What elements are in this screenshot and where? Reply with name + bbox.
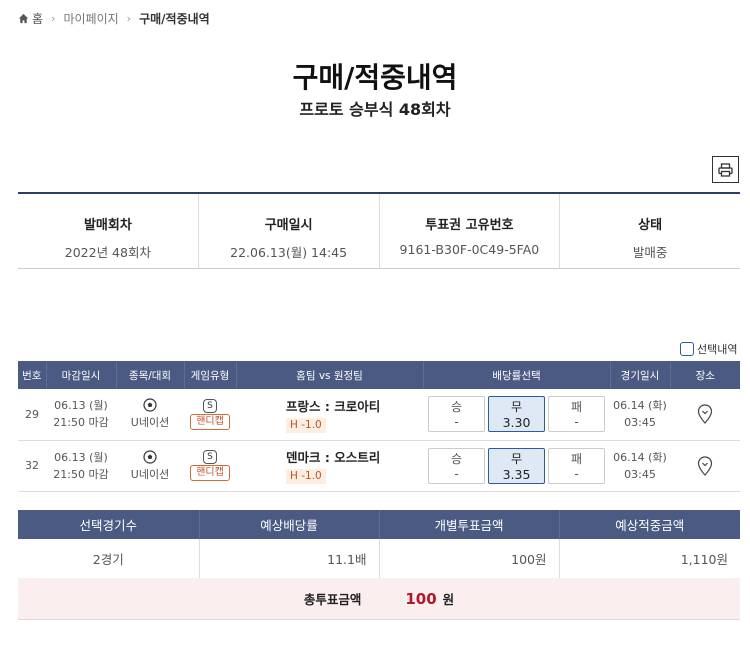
odd-lose-button[interactable]: 패 -: [548, 396, 605, 433]
deadline: 06.13 (월) 21:50 마감: [46, 440, 116, 492]
col-header: 예상적중금액: [559, 510, 740, 539]
odds-cell: 승 - 무 3.35 패 -: [423, 440, 610, 492]
col-header: 예상배당률: [199, 510, 380, 539]
chevron-right-icon: ›: [126, 12, 132, 25]
print-button[interactable]: [712, 156, 739, 183]
handicap-value: H -1.0: [286, 469, 326, 484]
bet-amount: 100원: [379, 539, 560, 579]
chevron-right-icon: ›: [51, 12, 56, 25]
col-header: 홈팀 vs 원정팀: [236, 361, 424, 389]
summary-row: 2경기 11.1배 100원 1,110원: [18, 539, 740, 579]
total-label: 총투표금액: [303, 592, 362, 607]
total-unit: 원: [442, 592, 455, 607]
teams-cell: 덴마크 : 오스트리 H -1.0: [236, 440, 423, 492]
info-status: 상태 발매중: [632, 218, 668, 260]
handicap-badge: 핸디캡: [190, 413, 230, 430]
breadcrumb-current: 구매/적중내역: [139, 12, 210, 26]
info-round: 발매회차 2022년 48회차: [18, 194, 199, 268]
odds-cell: 승 - 무 3.30 패 -: [423, 389, 610, 441]
odd-win-button[interactable]: 승 -: [428, 396, 485, 433]
game-type-cell: S 핸디캡: [184, 389, 236, 441]
league-cell: U네이션: [116, 440, 184, 492]
venue-cell[interactable]: [670, 389, 740, 441]
purchase-info-box: 발매회차 2022년 48회차 구매일시 22.06.13(월) 14:45 투…: [18, 192, 740, 269]
total-bet-row: 총투표금액 100 원: [18, 578, 740, 620]
odd-draw-button[interactable]: 무 3.30: [488, 396, 545, 433]
game-number: 29: [18, 389, 46, 441]
summary-header: 선택경기수 예상배당률 개별투표금액 예상적중금액: [18, 510, 740, 539]
handicap-badge: 핸디캡: [190, 465, 230, 481]
teams-cell: 프랑스 : 크로아티 H -1.0: [236, 389, 423, 441]
col-header: 선택경기수: [18, 510, 200, 539]
breadcrumb: 홈 › 마이페이지 › 구매/적중내역: [18, 10, 210, 27]
location-pin-icon[interactable]: [697, 404, 713, 425]
printer-icon: [718, 162, 733, 177]
col-header: 번호: [18, 361, 47, 389]
expected-win-amount: 1,110원: [559, 539, 740, 579]
soccer-ball-icon: [143, 398, 157, 412]
table-row: 32 06.13 (월) 21:50 마감 U네이션 S 핸디캡 덴마크 : 오…: [18, 440, 740, 492]
page-title: 구매/적중내역: [292, 61, 458, 94]
total-amount: 100: [405, 589, 437, 608]
deadline: 06.13 (월) 21:50 마감: [46, 389, 116, 441]
col-header: 마감일시: [46, 361, 117, 389]
breadcrumb-home[interactable]: 홈: [18, 10, 43, 27]
game-date: 06.14 (화) 03:45: [610, 389, 670, 441]
col-header: 종목/대회: [116, 361, 185, 389]
handicap-value: H -1.0: [286, 417, 326, 433]
odd-lose-button[interactable]: 패 -: [548, 447, 605, 484]
odd-draw-button[interactable]: 무 3.35: [488, 447, 545, 484]
col-header: 배당률선택: [423, 361, 611, 389]
col-header: 경기일시: [610, 361, 671, 389]
col-header: 개별투표금액: [379, 510, 560, 539]
summary-table: 선택경기수 예상배당률 개별투표금액 예상적중금액 2경기 11.1배 100원…: [18, 510, 740, 579]
game-table: 번호 마감일시 종목/대회 게임유형 홈팀 vs 원정팀 배당률선택 경기일시 …: [18, 361, 740, 492]
col-header: 게임유형: [184, 361, 237, 389]
soccer-ball-icon: [143, 449, 157, 464]
game-number: 32: [18, 440, 46, 492]
col-header: 장소: [670, 361, 740, 389]
checkbox[interactable]: [680, 342, 694, 356]
special-badge: S: [203, 398, 217, 413]
info-purchase-date: 구매일시 22.06.13(월) 14:45: [199, 194, 380, 268]
game-type-cell: S 핸디캡: [184, 440, 236, 492]
special-badge: S: [203, 450, 217, 464]
game-table-header: 번호 마감일시 종목/대회 게임유형 홈팀 vs 원정팀 배당률선택 경기일시 …: [18, 361, 740, 389]
home-icon: [18, 13, 29, 24]
game-date: 06.14 (화) 03:45: [610, 440, 670, 492]
selected-games-count: 2경기: [18, 539, 200, 579]
info-ticket-id: 투표권 고유번호 9161-B30F-0C49-5FA0: [380, 194, 561, 268]
odd-win-button[interactable]: 승 -: [428, 447, 485, 484]
expected-odds: 11.1배: [199, 539, 380, 579]
table-row: 29 06.13 (월) 21:50 마감 U네이션 S 핸디캡 프랑스 : 크…: [18, 389, 740, 441]
breadcrumb-mypage[interactable]: 마이페이지: [63, 10, 118, 27]
venue-cell[interactable]: [670, 440, 740, 492]
location-pin-icon[interactable]: [697, 455, 713, 476]
selection-toggle[interactable]: 선택내역: [680, 341, 737, 357]
page-subtitle: 프로토 승부식 48회차: [299, 100, 451, 119]
league-cell: U네이션: [116, 389, 184, 441]
